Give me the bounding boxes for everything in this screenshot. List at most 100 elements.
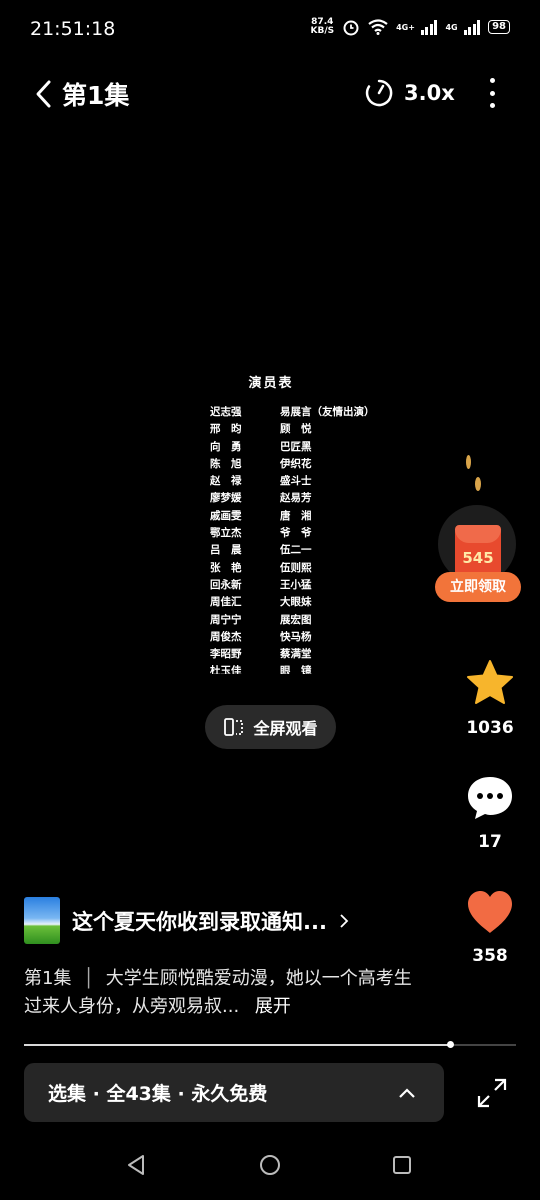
episode-selector-bar[interactable]: 选集 · 全43集 · 永久免费 — [24, 1063, 444, 1122]
credit-role: 伍则熙 — [280, 561, 312, 574]
credit-role: 赵易芳 — [280, 492, 312, 505]
net-type-1: 4G+ — [396, 22, 415, 32]
chevron-left-icon — [36, 80, 51, 108]
comment-icon — [468, 777, 512, 819]
more-options-button[interactable] — [482, 78, 502, 108]
credit-role: 大眼妹 — [280, 596, 312, 609]
show-thumbnail[interactable] — [24, 897, 60, 944]
expand-button[interactable] — [473, 1074, 511, 1112]
credit-actor: 赵 禄 — [210, 475, 242, 488]
playback-speed-button[interactable]: 3.0x — [364, 78, 455, 108]
like-button[interactable]: 358 — [460, 888, 520, 966]
expand-description-button[interactable]: 展开 — [255, 996, 291, 1017]
dot — [489, 103, 495, 108]
signal-icon-2 — [463, 19, 481, 35]
credit-row: 迟志强 易展言（友情出演） — [200, 404, 430, 421]
favorite-count: 1036 — [466, 718, 514, 738]
credit-actor: 回永新 — [210, 578, 242, 591]
episode-selector-label: 选集 · 全43集 · 永久免费 — [48, 1083, 268, 1105]
credit-role: 展宏图 — [280, 613, 312, 626]
credit-role: 伊织花 — [280, 457, 312, 470]
nav-home-icon[interactable] — [258, 1153, 282, 1177]
credit-role: 顾 悦 — [280, 423, 312, 436]
status-time: 21:51:18 — [30, 18, 116, 40]
credit-row: 赵 禄 盛斗士 — [200, 473, 430, 490]
episode-prefix: 第1集 — [24, 968, 72, 989]
credit-role: 巴匠黑 — [280, 440, 312, 453]
credit-actor: 陈 旭 — [210, 457, 242, 470]
credit-actor: 周宁宁 — [210, 613, 242, 626]
credit-actor: 迟志强 — [210, 406, 242, 418]
credit-actor: 吕 晨 — [210, 544, 242, 557]
credit-actor: 鄂立杰 — [210, 527, 242, 540]
rotate-screen-icon — [224, 718, 244, 736]
chevron-right-icon — [340, 914, 349, 928]
expand-icon — [477, 1078, 507, 1108]
net-speed: 87.4 KB/S — [310, 17, 335, 36]
claim-now-label[interactable]: 立即领取 — [435, 572, 521, 602]
fullscreen-label: 全屏观看 — [253, 719, 318, 738]
credit-actor: 张 艳 — [210, 561, 242, 574]
credits-list: 迟志强 易展言（友情出演） 邢 昀 顾 悦向 勇 巴匠黑陈 旭 伊织花赵 禄 盛斗士廖梦媛 赵… — [200, 404, 430, 674]
credit-row: 张 艳 伍则熙 — [200, 560, 430, 577]
credit-row: 杜玉佳 眼 镜 — [200, 663, 430, 674]
nav-back-icon[interactable] — [124, 1153, 148, 1177]
credit-row: 廖梦媛 赵易芳 — [200, 490, 430, 507]
credit-actor: 李昭野 — [210, 648, 242, 661]
credit-row: 周宁宁 展宏图 — [200, 612, 430, 629]
episode-title: 第1集 — [62, 81, 130, 110]
progress-fill — [24, 1044, 451, 1046]
credit-role: 爷 爷 — [280, 527, 312, 540]
signal-icon — [420, 19, 438, 35]
comment-count: 17 — [478, 832, 502, 852]
credit-actor: 杜玉佳 — [210, 665, 242, 674]
coin-icon — [475, 477, 481, 491]
comment-button[interactable]: 17 — [460, 774, 520, 852]
credit-actor: 周佳汇 — [210, 596, 242, 609]
credit-role: 蔡满堂 — [280, 648, 312, 661]
credit-row: 鄂立杰 爷 爷 — [200, 525, 430, 542]
credit-row: 周俊杰 快马杨 — [200, 629, 430, 646]
star-icon — [467, 660, 513, 704]
like-count: 358 — [472, 946, 508, 966]
dot — [489, 90, 495, 96]
credit-row: 吕 晨 伍二一 — [200, 542, 430, 559]
red-packet-amount: 545 — [462, 549, 494, 567]
alarm-icon — [343, 20, 359, 36]
credit-actor: 戚画雯 — [210, 509, 242, 522]
episode-description: 第1集 │ 大学生顾悦酷爱动漫，她以一个高考生过来人身份，从旁观易叔... 展开 — [24, 968, 412, 1017]
playback-speed-label: 3.0x — [404, 81, 455, 105]
net-type-2: 4G — [445, 22, 458, 32]
chevron-up-icon — [399, 1087, 415, 1098]
show-title: 这个夏天你收到录取通知... — [72, 910, 327, 934]
credit-role: 王小猛 — [280, 578, 312, 591]
red-packet-icon: 545 — [455, 525, 501, 577]
credit-actor: 邢 昀 — [210, 423, 242, 436]
credit-role: 快马杨 — [280, 630, 312, 643]
credit-row: 回永新 王小猛 — [200, 577, 430, 594]
red-packet-widget[interactable]: 545 立即领取 — [435, 455, 521, 605]
fullscreen-watch-button[interactable]: 全屏观看 — [205, 705, 336, 749]
credit-row: 周佳汇 大眼妹 — [200, 594, 430, 611]
show-title-link[interactable]: 这个夏天你收到录取通知... — [72, 906, 349, 936]
coin-icon — [466, 455, 471, 469]
progress-knob[interactable] — [447, 1041, 455, 1048]
dot — [489, 78, 495, 83]
credit-row: 李昭野 蔡满堂 — [200, 646, 430, 663]
progress-bar[interactable] — [24, 1041, 516, 1048]
credit-row: 向 勇 巴匠黑 — [200, 439, 430, 456]
credit-actor: 周俊杰 — [210, 630, 242, 643]
battery-icon: 98 — [488, 20, 510, 34]
credit-row: 陈 旭 伊织花 — [200, 456, 430, 473]
credit-role: 眼 镜 — [280, 665, 312, 674]
back-button[interactable] — [34, 74, 64, 114]
nav-recents-icon[interactable] — [392, 1155, 412, 1175]
credit-actor: 廖梦媛 — [210, 492, 242, 505]
favorite-button[interactable]: 1036 — [460, 658, 520, 738]
speed-icon — [365, 79, 393, 107]
credits-title: 演员表 — [248, 376, 294, 391]
credit-role: 伍二一 — [280, 544, 312, 557]
heart-icon — [468, 891, 512, 933]
credit-row: 戚画雯 唐 湘 — [200, 508, 430, 525]
credit-row: 邢 昀顾 悦 — [200, 421, 430, 438]
